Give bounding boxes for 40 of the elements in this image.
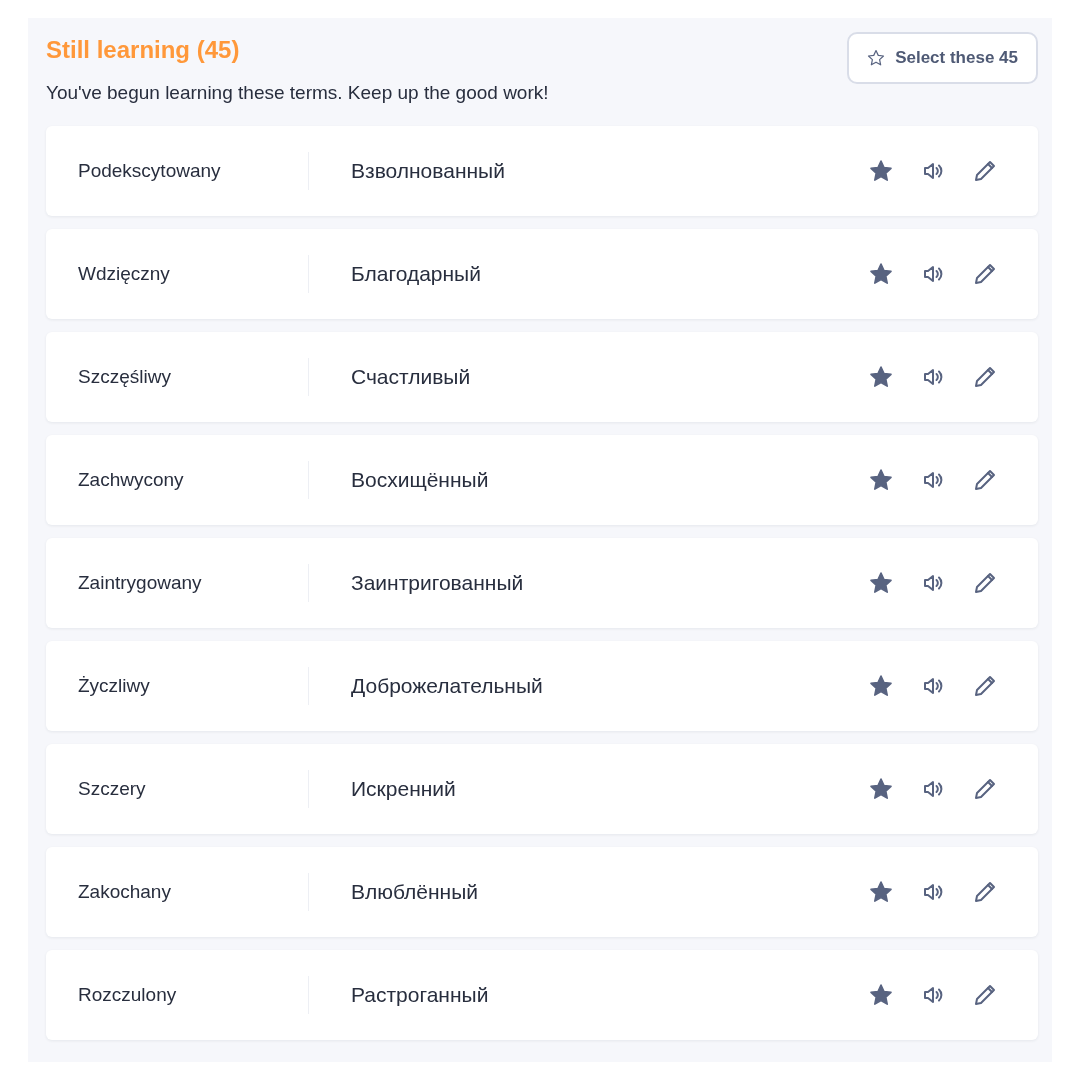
term-text: Podekscytowany — [78, 160, 222, 182]
edit-button[interactable] — [972, 982, 998, 1008]
definition-text: Восхищённый — [351, 468, 490, 492]
star-button[interactable] — [868, 879, 894, 905]
definition-text: Взволнованный — [351, 159, 506, 183]
star-icon — [867, 49, 886, 67]
term-text: Szczery — [78, 778, 147, 800]
definition-text: Влюблённый — [351, 880, 480, 904]
star-button[interactable] — [868, 364, 894, 390]
term-text: Zakochany — [78, 881, 172, 903]
section-subtitle: You've begun learning these terms. Keep up the good work! — [46, 82, 549, 104]
term-text: Życzliwy — [78, 675, 151, 697]
select-button[interactable]: Select these 45 — [847, 32, 1038, 84]
definition-text: Доброжелательный — [351, 674, 544, 698]
term-text: Zaintrygowany — [78, 572, 203, 594]
edit-button[interactable] — [972, 673, 998, 699]
term-text: Wdzięczny — [78, 263, 171, 285]
edit-button[interactable] — [972, 570, 998, 596]
edit-button[interactable] — [972, 158, 998, 184]
section-title: Still learning (45) — [46, 36, 241, 64]
definition-text: Заинтригованный — [351, 571, 525, 595]
definition-text: Растроганный — [351, 983, 490, 1007]
edit-button[interactable] — [972, 879, 998, 905]
star-button[interactable] — [868, 261, 894, 287]
term-text: Szczęśliwy — [78, 366, 172, 388]
edit-button[interactable] — [972, 467, 998, 493]
edit-button[interactable] — [972, 364, 998, 390]
definition-text: Счастливый — [351, 365, 472, 389]
star-button[interactable] — [868, 776, 894, 802]
star-button[interactable] — [868, 158, 894, 184]
star-button[interactable] — [868, 982, 894, 1008]
edit-button[interactable] — [972, 261, 998, 287]
edit-button[interactable] — [972, 776, 998, 802]
star-button[interactable] — [868, 570, 894, 596]
star-button[interactable] — [868, 673, 894, 699]
star-button[interactable] — [868, 467, 894, 493]
term-text: Zachwycony — [78, 469, 185, 491]
definition-text: Искренний — [351, 777, 457, 801]
term-text: Rozczulony — [78, 984, 178, 1006]
definition-text: Благодарный — [351, 262, 482, 286]
